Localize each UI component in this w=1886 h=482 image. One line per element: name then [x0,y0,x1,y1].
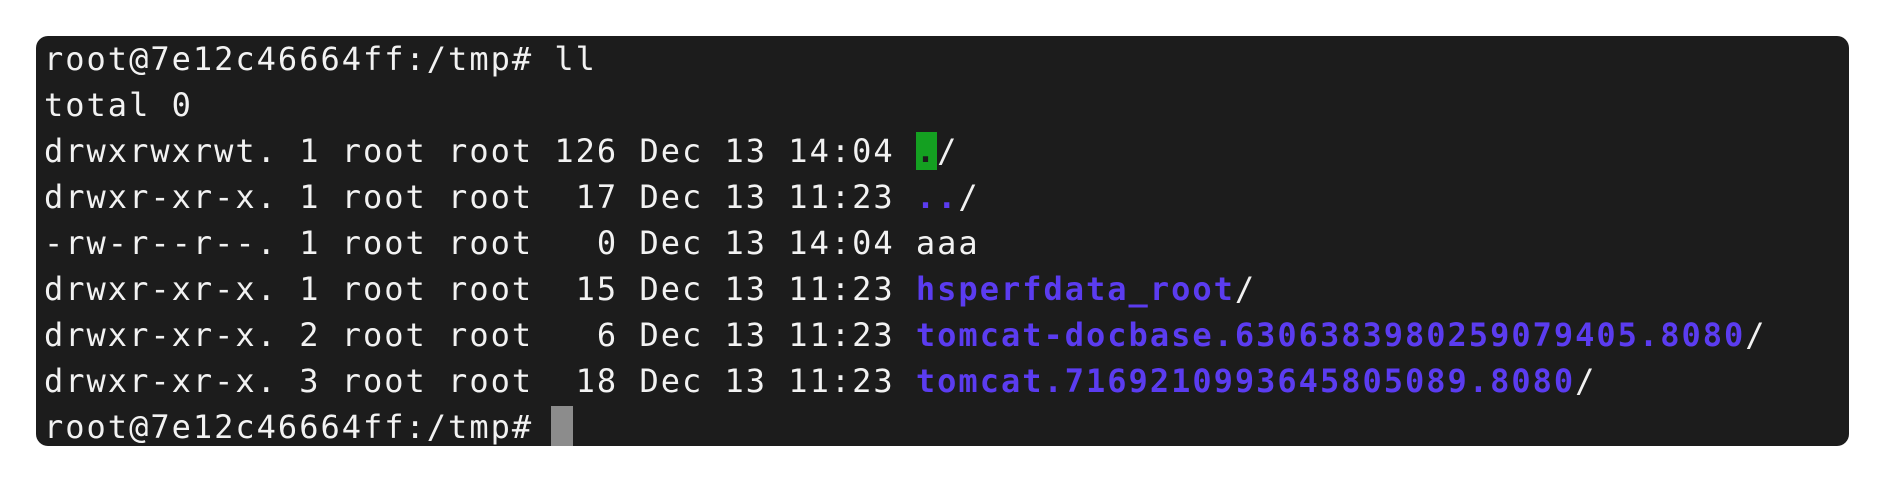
entry-suffix: / [1745,316,1767,354]
list-item: drwxrwxrwt. 1 root root 126 Dec 13 14:04… [44,128,1849,174]
input-line[interactable]: root@7e12c46664ff:/tmp# [44,404,1849,446]
list-item: -rw-r--r--. 1 root root 0 Dec 13 14:04 a… [44,220,1849,266]
entry-meta: drwxr-xr-x. 3 root root 18 Dec 13 11:23 [44,362,916,400]
entry-suffix: / [958,178,980,216]
entry-name: . [915,132,938,170]
text-cursor[interactable] [551,406,574,446]
entry-name: tomcat.7169210993645805089.8080 [915,362,1576,400]
list-item: drwxr-xr-x. 3 root root 18 Dec 13 11:23 … [44,358,1849,404]
command-text: ll [554,40,597,78]
entry-name: tomcat-docbase.6306383980259079405.8080 [915,316,1746,354]
list-item: drwxr-xr-x. 1 root root 15 Dec 13 11:23 … [44,266,1849,312]
terminal-window[interactable]: root@7e12c46664ff:/tmp# ll total 0 drwxr… [36,36,1849,446]
entry-meta: drwxr-xr-x. 2 root root 6 Dec 13 11:23 [44,316,916,354]
total-line: total 0 [44,86,193,124]
entry-meta: -rw-r--r--. 1 root root 0 Dec 13 14:04 [44,224,916,262]
list-item: drwxr-xr-x. 2 root root 6 Dec 13 11:23 t… [44,312,1849,358]
entry-suffix: / [1234,270,1257,308]
command-line: root@7e12c46664ff:/tmp# ll [44,36,1849,82]
entry-name: aaa [915,224,980,262]
entry-name: hsperfdata_root [915,270,1235,308]
shell-prompt: root@7e12c46664ff:/tmp# [44,408,534,446]
shell-prompt: root@7e12c46664ff:/tmp# [44,40,534,78]
entry-meta: drwxrwxrwt. 1 root root 126 Dec 13 14:04 [44,132,916,170]
entry-name: .. [915,178,959,216]
entry-meta: drwxr-xr-x. 1 root root 15 Dec 13 11:23 [44,270,916,308]
entry-suffix: / [1575,362,1597,400]
entry-meta: drwxr-xr-x. 1 root root 17 Dec 13 11:23 [44,178,916,216]
entry-suffix: / [937,132,959,170]
list-item: drwxr-xr-x. 1 root root 17 Dec 13 11:23 … [44,174,1849,220]
